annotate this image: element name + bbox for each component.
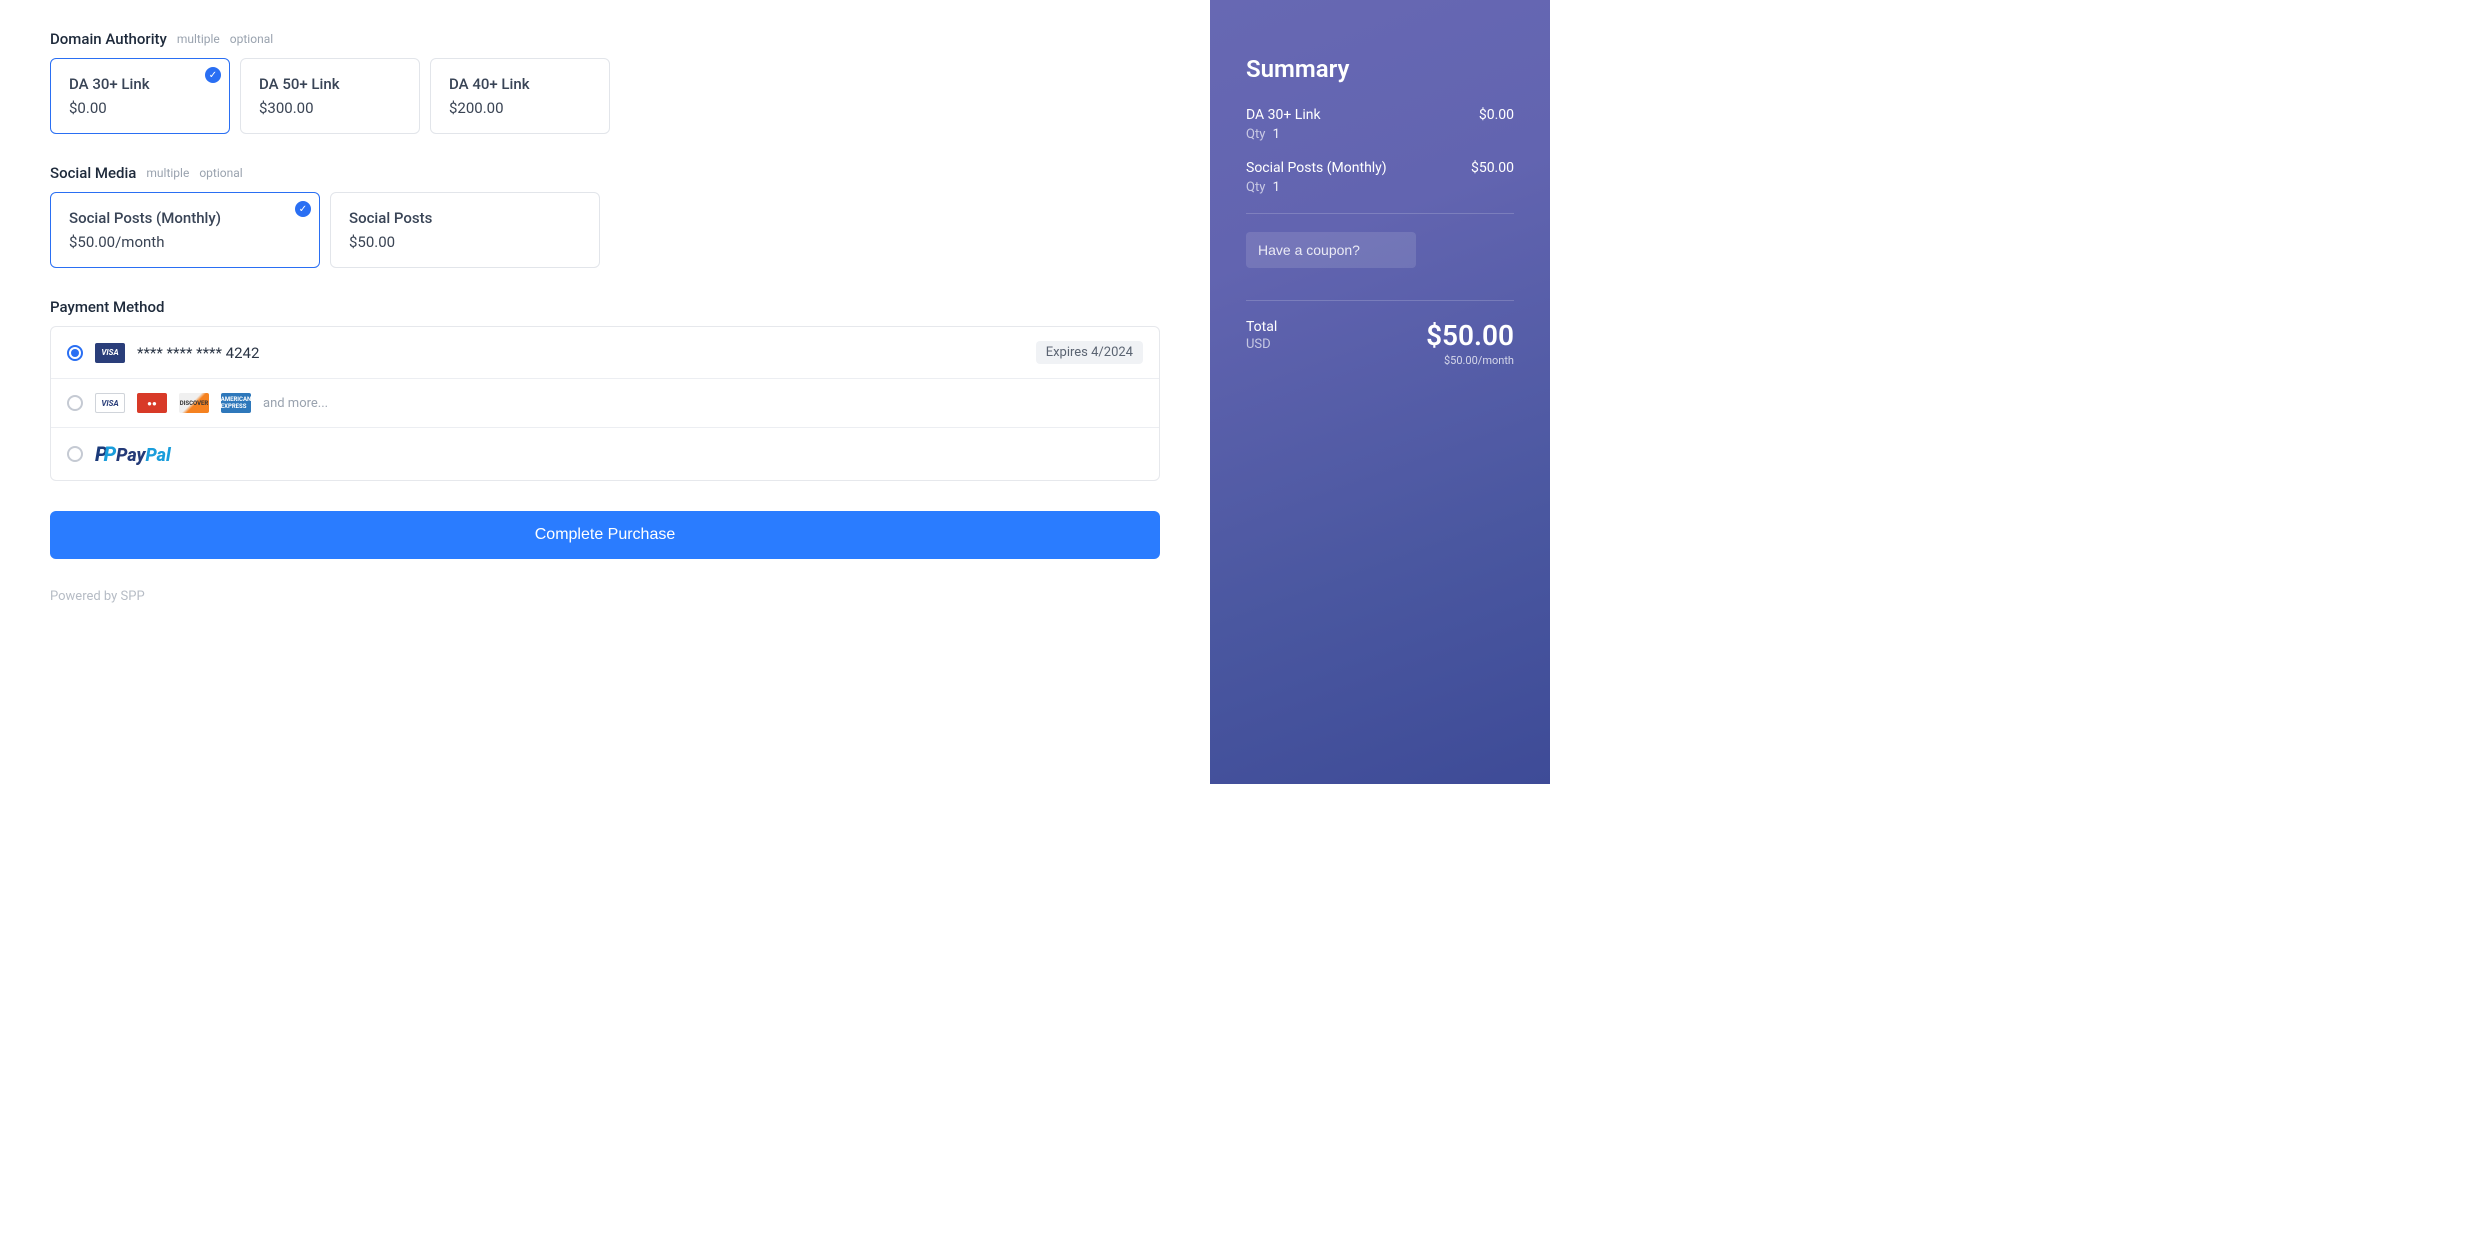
- payment-method-header: Payment Method: [50, 298, 1160, 316]
- mastercard-icon: ●●: [137, 393, 167, 413]
- paypal-icon: PPPayPal: [95, 442, 171, 466]
- social-media-title: Social Media: [50, 164, 136, 182]
- option-da30-price: $0.00: [69, 99, 211, 117]
- divider: [1246, 300, 1514, 301]
- total-label: Total: [1246, 319, 1277, 335]
- divider: [1246, 213, 1514, 214]
- total-amount: $50.00: [1426, 319, 1514, 352]
- domain-authority-title: Domain Authority: [50, 30, 167, 48]
- option-da40[interactable]: DA 40+ Link $200.00: [430, 58, 610, 134]
- coupon-input[interactable]: [1246, 232, 1416, 268]
- payment-method-group: VISA **** **** **** 4242 Expires 4/2024 …: [50, 326, 1160, 481]
- option-social-monthly[interactable]: ✓ Social Posts (Monthly) $50.00/month: [50, 192, 320, 268]
- check-icon: ✓: [205, 67, 221, 83]
- social-media-options: ✓ Social Posts (Monthly) $50.00/month So…: [50, 192, 1160, 268]
- summary-item-name: DA 30+ Link: [1246, 107, 1321, 123]
- summary-item-name: Social Posts (Monthly): [1246, 160, 1387, 176]
- option-da50-price: $300.00: [259, 99, 401, 117]
- radio-saved-card[interactable]: [67, 345, 83, 361]
- option-da40-price: $200.00: [449, 99, 591, 117]
- option-da50[interactable]: DA 50+ Link $300.00: [240, 58, 420, 134]
- option-social-once-label: Social Posts: [349, 209, 581, 227]
- visa-icon: VISA: [95, 393, 125, 413]
- summary-title: Summary: [1246, 55, 1514, 83]
- domain-authority-options: ✓ DA 30+ Link $0.00 DA 50+ Link $300.00 …: [50, 58, 1160, 134]
- option-social-once[interactable]: Social Posts $50.00: [330, 192, 600, 268]
- domain-authority-header: Domain Authority multiple optional: [50, 30, 1160, 48]
- summary-qty-value: 1: [1273, 127, 1280, 142]
- summary-item-social: Social Posts (Monthly) $50.00 Qty 1: [1246, 160, 1514, 195]
- saved-card-expires: Expires 4/2024: [1036, 341, 1143, 364]
- tag-optional: optional: [199, 166, 242, 180]
- discover-icon: DISCOVER: [179, 393, 209, 413]
- saved-card-masked: **** **** **** 4242: [137, 344, 259, 362]
- check-icon: ✓: [295, 201, 311, 217]
- tag-multiple: multiple: [146, 166, 189, 180]
- option-da30-label: DA 30+ Link: [69, 75, 211, 93]
- powered-by-label: Powered by SPP: [50, 589, 1160, 604]
- payment-new-card[interactable]: VISA ●● DISCOVER AMERICAN EXPRESS and mo…: [51, 379, 1159, 428]
- tag-multiple: multiple: [177, 32, 220, 46]
- payment-saved-card[interactable]: VISA **** **** **** 4242 Expires 4/2024: [51, 327, 1159, 379]
- summary-item-price: $0.00: [1479, 107, 1514, 123]
- summary-item-price: $50.00: [1471, 160, 1514, 176]
- option-social-once-price: $50.00: [349, 233, 581, 251]
- option-social-monthly-label: Social Posts (Monthly): [69, 209, 301, 227]
- option-da30[interactable]: ✓ DA 30+ Link $0.00: [50, 58, 230, 134]
- summary-item-da30: DA 30+ Link $0.00 Qty 1: [1246, 107, 1514, 142]
- radio-paypal[interactable]: [67, 446, 83, 462]
- social-media-header: Social Media multiple optional: [50, 164, 1160, 182]
- summary-qty-value: 1: [1273, 180, 1280, 195]
- option-da50-label: DA 50+ Link: [259, 75, 401, 93]
- payment-method-title: Payment Method: [50, 298, 164, 316]
- total-sub-note: $50.00/month: [1426, 354, 1514, 367]
- summary-total: Total USD $50.00 $50.00/month: [1246, 319, 1514, 367]
- complete-purchase-button[interactable]: Complete Purchase: [50, 511, 1160, 559]
- option-social-monthly-price: $50.00/month: [69, 233, 301, 251]
- tag-optional: optional: [230, 32, 273, 46]
- and-more-label: and more...: [263, 396, 328, 411]
- option-da40-label: DA 40+ Link: [449, 75, 591, 93]
- summary-sidebar: Summary DA 30+ Link $0.00 Qty 1 Social P…: [1210, 0, 1550, 784]
- visa-icon: VISA: [95, 343, 125, 363]
- radio-new-card[interactable]: [67, 395, 83, 411]
- amex-icon: AMERICAN EXPRESS: [221, 393, 251, 413]
- payment-paypal[interactable]: PPPayPal: [51, 428, 1159, 480]
- summary-qty-label: Qty: [1246, 180, 1265, 195]
- summary-qty-label: Qty: [1246, 127, 1265, 142]
- total-currency: USD: [1246, 337, 1277, 352]
